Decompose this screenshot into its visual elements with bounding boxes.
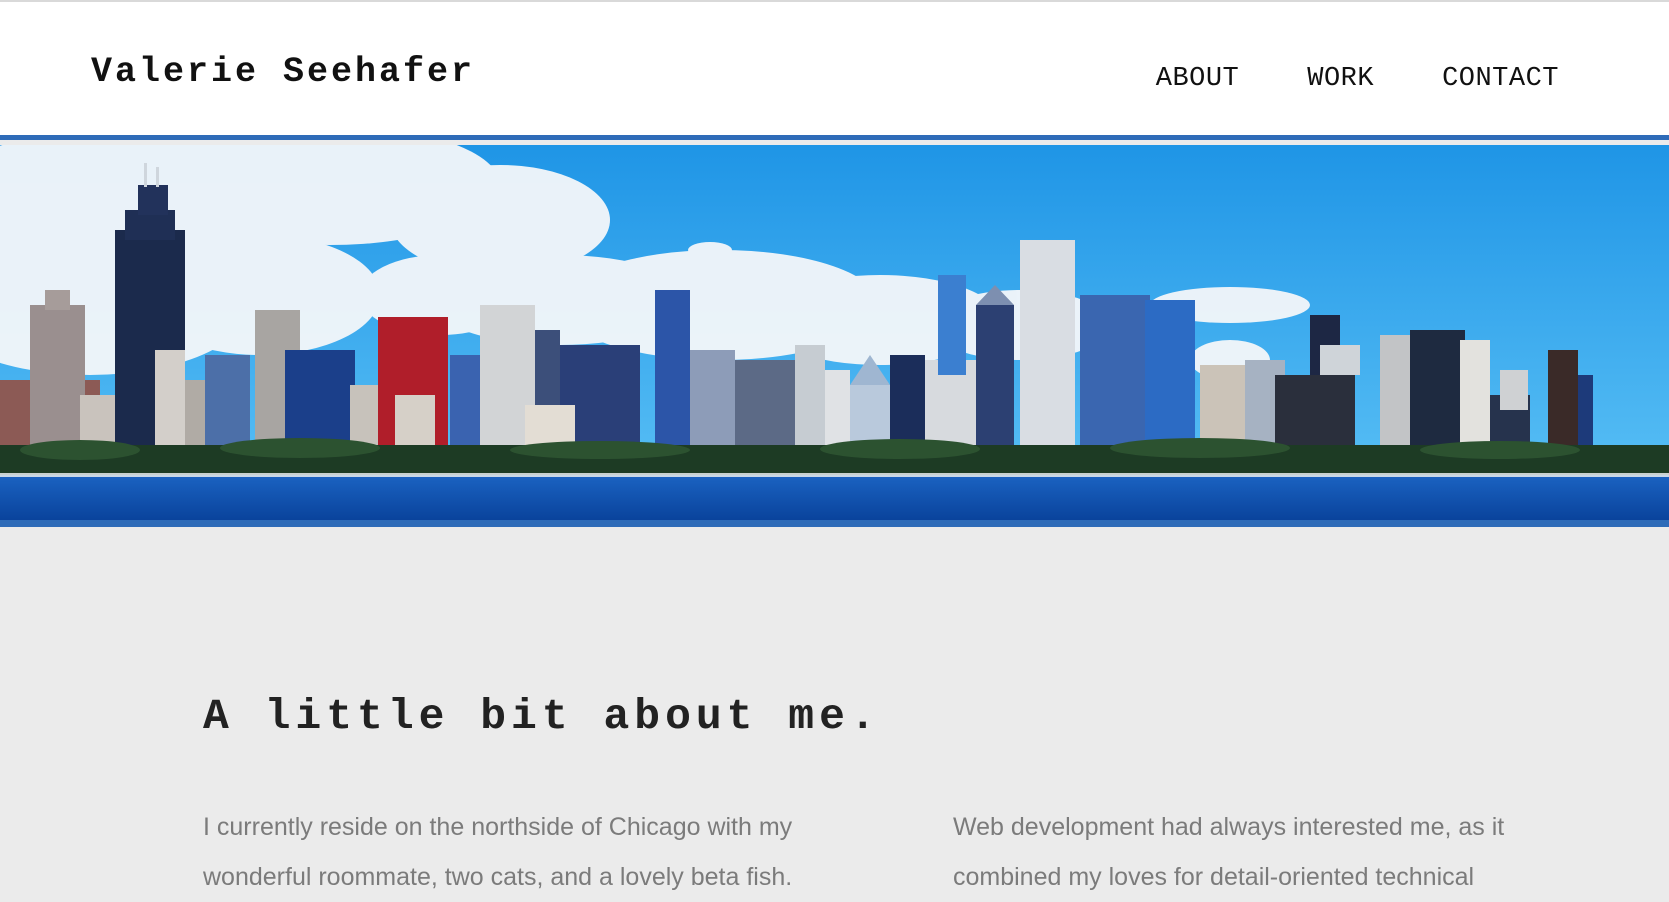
about-paragraph-left: I currently reside on the northside of C… <box>203 813 793 891</box>
main-nav: ABOUT WORK CONTACT <box>1156 64 1559 94</box>
about-title: A little bit about me. <box>203 692 881 741</box>
site-name[interactable]: Valerie Seehafer <box>91 52 475 92</box>
hero-skyline-image <box>0 145 1669 527</box>
nav-work-link[interactable]: WORK <box>1307 64 1374 94</box>
site-header: Valerie Seehafer ABOUT WORK CONTACT <box>0 2 1669 140</box>
nav-contact-link[interactable]: CONTACT <box>1442 64 1559 94</box>
about-section: A little bit about me. I currently resid… <box>0 534 1669 901</box>
about-paragraph-right: Web development had always interested me… <box>953 813 1505 891</box>
nav-about-link[interactable]: ABOUT <box>1156 64 1240 94</box>
